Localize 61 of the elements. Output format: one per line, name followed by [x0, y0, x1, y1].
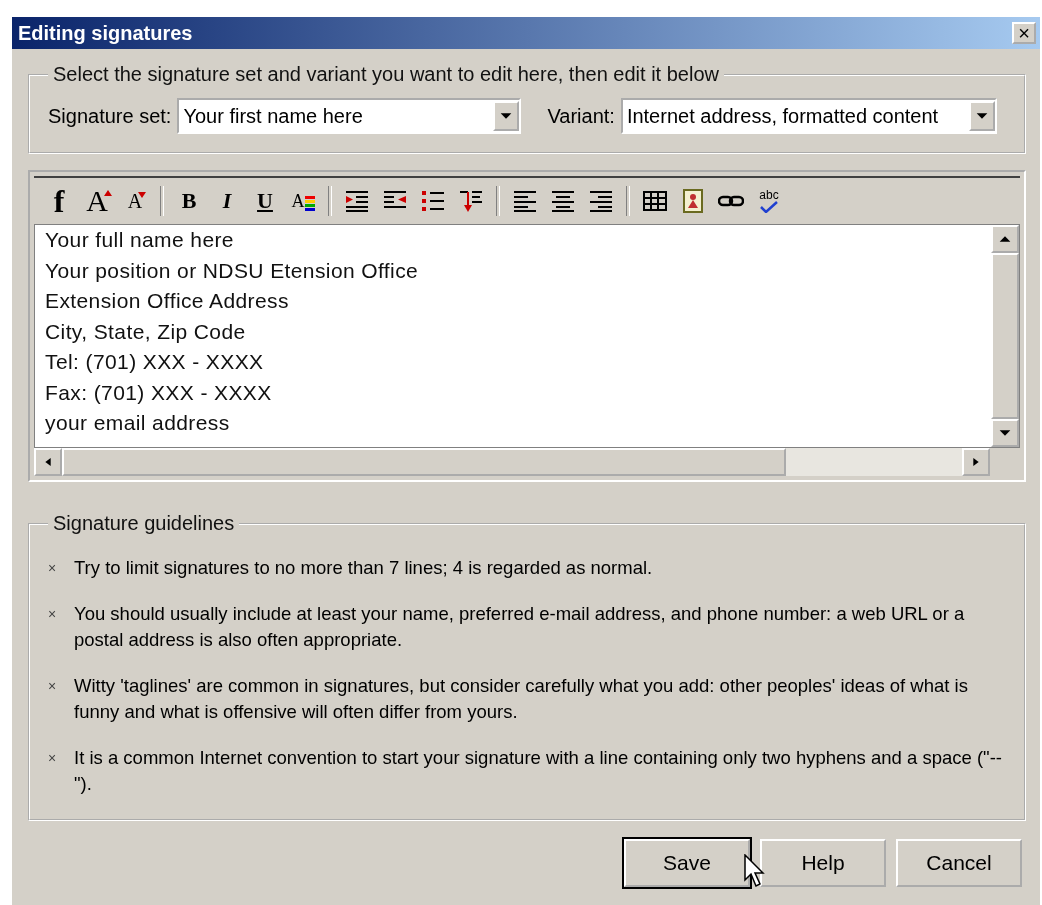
guideline-text: Witty 'taglines' are common in signatures, but consider carefully what you add: other peoples' ideas of what is funny and what is offensive will often differ from yours.: [74, 674, 969, 724]
table-icon: [642, 189, 668, 213]
variant-dropdown[interactable]: Internet address, formatted content: [620, 98, 997, 134]
bullet-mark: ×: [48, 605, 58, 624]
dropdown-button[interactable]: [493, 101, 520, 131]
text-color-button[interactable]: A: [286, 184, 320, 218]
field-label: Signature set:: [48, 104, 172, 128]
underline-button[interactable]: U: [248, 184, 282, 218]
mouse-pointer-icon: [744, 854, 766, 888]
group-legend: Signature guidelines: [48, 512, 240, 535]
scroll-left-button[interactable]: [34, 448, 62, 476]
checkmark-icon: [759, 201, 779, 213]
dropdown-button[interactable]: [968, 101, 995, 131]
signature-line: Your position or NDSU Etension Office: [45, 257, 420, 284]
signature-line: City, State, Zip Code: [45, 318, 247, 345]
right-arrow-icon: [972, 455, 980, 469]
shrink-font-button[interactable]: A: [118, 184, 152, 218]
dialog-button[interactable]: Cancel: [896, 839, 1022, 887]
indent-icon: [344, 189, 370, 213]
font-button[interactable]: f: [42, 184, 76, 218]
signature-set-dropdown[interactable]: Your first name here: [177, 98, 522, 134]
up-arrow-icon: [998, 235, 1012, 243]
horizontal-scrollbar[interactable]: [34, 448, 990, 476]
bold-button[interactable]: B: [172, 184, 206, 218]
window-title: Editing signatures: [18, 21, 193, 45]
signature-line: Tel: (701) XXX - XXXX: [45, 349, 265, 375]
group-legend: Select the signature set and variant you want to edit here, then edit it below: [48, 63, 724, 86]
bullet-mark: ×: [48, 749, 58, 768]
image-icon: [680, 189, 706, 213]
spell-check-button[interactable]: abc: [752, 184, 786, 218]
caret-icon: [974, 112, 989, 120]
down-arrow-icon: [998, 429, 1012, 437]
guideline-text: It is a common Internet convention to start your signature with a line containing only two hyphens and a space ("-- ").: [74, 746, 1003, 796]
signature-line: Fax: (701) XXX - XXXX: [45, 379, 273, 406]
caret-icon: [499, 112, 514, 120]
vertical-scrollbar[interactable]: [991, 225, 1019, 447]
bullet-mark: ×: [48, 677, 58, 696]
dialog-button[interactable]: Help: [760, 839, 886, 887]
close-button[interactable]: ×: [1012, 22, 1036, 44]
bullet-mark: ×: [48, 559, 58, 578]
align-left-icon: [512, 189, 538, 213]
signature-line: Extension Office Address: [45, 288, 290, 314]
guideline-text: You should usually include at least your name, preferred e-mail address, and phone number: a web URL or a postal address is also often appropriate.: [74, 602, 966, 652]
signature-line: your email address: [45, 410, 231, 436]
left-arrow-icon: [44, 455, 52, 469]
scroll-up-button[interactable]: [991, 225, 1019, 253]
guideline-text: Try to limit signatures to no more than 7 lines; 4 is regarded as normal.: [74, 556, 654, 580]
bullet-list-icon: [420, 189, 446, 213]
align-right-icon: [588, 189, 614, 213]
italic-button[interactable]: I: [210, 184, 244, 218]
scroll-down-button[interactable]: [991, 419, 1019, 447]
scroll-thumb[interactable]: [62, 448, 786, 476]
signature-line: Your full name here: [45, 227, 235, 253]
scroll-thumb[interactable]: [991, 253, 1019, 419]
color-bars-icon: [304, 195, 315, 212]
field-label: Variant:: [547, 104, 615, 128]
dialog-button[interactable]: Save: [624, 839, 750, 887]
scroll-right-button[interactable]: [962, 448, 990, 476]
line-break-icon: [458, 189, 484, 213]
grow-font-button[interactable]: A: [80, 184, 114, 218]
align-center-icon: [550, 189, 576, 213]
